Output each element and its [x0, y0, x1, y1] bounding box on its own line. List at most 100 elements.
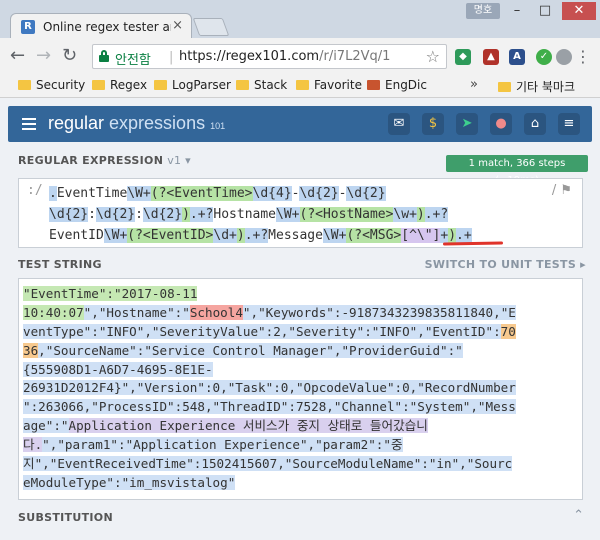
window-close-icon[interactable]: ✕ — [562, 2, 596, 20]
match-segment: ventType":"INFO","SeverityValue":2,"Seve… — [23, 323, 501, 339]
regex-token: : — [135, 207, 143, 222]
match-segment: 지","EventReceivedTime":1502415607,"Sourc… — [23, 456, 513, 472]
bookmarks-bar: Security Regex LogParser Stack Favorite … — [0, 74, 600, 98]
match-segment: 다. — [23, 437, 43, 453]
bookmark-star-icon[interactable]: ☆ — [426, 47, 440, 66]
match-info-badge: 1 match, 366 steps (~19ms) — [446, 155, 588, 186]
bookmarks-overflow-icon[interactable]: » — [470, 77, 478, 92]
bookmark-favorite[interactable]: Favorite — [296, 78, 362, 92]
chevron-up-icon[interactable]: ⌃ — [573, 508, 584, 523]
browser-titlebar: R Online regex tester and × 명호 – □ ✕ — [0, 0, 600, 39]
bookmark-security[interactable]: Security — [18, 78, 85, 92]
test-string-line: 지","EventReceivedTime":1502415607,"Sourc… — [23, 455, 579, 474]
match-segment: School4 — [189, 304, 243, 320]
profile-button[interactable]: 명호 — [466, 3, 500, 19]
test-string-line: 36,"SourceName":"Service Control Manager… — [23, 342, 579, 361]
extension-red-icon[interactable]: ▲ — [483, 49, 499, 65]
github-icon[interactable]: ● — [490, 113, 512, 135]
menu-icon[interactable]: ≡ — [558, 113, 580, 135]
switch-unit-tests-link[interactable]: SWITCH TO UNIT TESTS ▸ — [425, 258, 586, 271]
extension-translate-icon[interactable]: A — [509, 49, 525, 65]
donate-icon[interactable]: $ — [422, 113, 444, 135]
match-segment: ,"SourceName":"Service Control Manager",… — [38, 342, 463, 358]
reload-icon[interactable]: ↻ — [62, 46, 77, 66]
regex-open-delimiter: :/ — [27, 183, 43, 198]
match-segment: 70 — [500, 323, 516, 339]
address-bar[interactable]: 안전함 | https://regex101.com/r/i7L2Vq/1 ☆ — [92, 44, 447, 69]
tab-title: Online regex tester and — [43, 20, 171, 34]
regex-token: \d{4} — [252, 186, 292, 201]
match-segment: ","param1":"Application Experience","par… — [42, 437, 403, 453]
regex101-page: regular expressions 101 ✉ $ ➤ ● ⌂ ≡ REGU… — [0, 98, 600, 540]
minimize-icon[interactable]: – — [504, 2, 530, 20]
match-segment: ","Hostname":" — [83, 304, 190, 320]
regex-token: ) — [448, 228, 457, 243]
regex-section-title: REGULAR EXPRESSION v1 ▾ — [18, 154, 191, 167]
forward-icon[interactable]: → — [36, 46, 51, 66]
folder-icon — [296, 80, 309, 90]
regex-token: \d{2} — [142, 207, 183, 222]
back-icon[interactable]: ← — [10, 46, 25, 66]
bookmark-stack[interactable]: Stack — [236, 78, 287, 92]
version-selector[interactable]: v1 ▾ — [167, 154, 191, 167]
substitution-title[interactable]: SUBSTITUTION — [18, 511, 113, 524]
regex-token: ) — [236, 228, 245, 243]
browser-tab[interactable]: R Online regex tester and × — [10, 13, 192, 39]
regex-token: .+ — [456, 228, 472, 243]
library-icon[interactable]: ⌂ — [524, 113, 546, 135]
test-string-line: age":"Application Experience 서비스가 중지 상태로… — [23, 417, 579, 436]
match-segment: 26931D2012F4}","Version":0,"Task":0,"Opc… — [23, 380, 516, 396]
regex-token: . — [49, 186, 57, 201]
url-text: https://regex101.com/r/i7L2Vq/1 — [179, 49, 390, 64]
bookmark-logparser[interactable]: LogParser — [154, 78, 231, 92]
test-string-line: 26931D2012F4}","Version":0,"Task":0,"Opc… — [23, 379, 579, 398]
secure-label: 안전함 — [115, 53, 151, 68]
send-icon[interactable]: ➤ — [456, 113, 478, 135]
browser-menu-icon[interactable]: ⋮ — [575, 47, 591, 66]
new-tab-button[interactable] — [192, 18, 230, 36]
folder-icon — [92, 80, 105, 90]
test-string-line: ventType":"INFO","SeverityValue":2,"Seve… — [23, 323, 579, 342]
regex-token: EventTime — [56, 186, 128, 201]
test-string-line: 다.","param1":"Application Experience","p… — [23, 436, 579, 455]
extension-puzzle-icon[interactable]: ◆ — [455, 49, 471, 65]
regex-token: ) — [182, 207, 190, 222]
regex-token: [^\"] — [401, 228, 441, 243]
regex-token: Message — [268, 228, 323, 243]
site-logo[interactable]: regular expressions 101 — [48, 113, 225, 134]
regex101-favicon-icon: R — [21, 20, 35, 34]
sidebar-toggle-icon[interactable] — [22, 118, 36, 130]
regex-token: : — [88, 207, 96, 222]
extension-check-icon[interactable]: ✓ — [536, 49, 552, 65]
regex-token: \d{2} — [346, 186, 386, 201]
match-segment: Application Experience 서비스가 중지 상태로 들어갔습니 — [68, 418, 428, 434]
regex-flags[interactable]: / ⚑ — [552, 183, 572, 198]
test-string-line: 10:40:07","Hostname":"School4","Keywords… — [23, 304, 579, 323]
extension-gray-icon[interactable] — [556, 49, 572, 65]
twitter-icon[interactable]: ✉ — [388, 113, 410, 135]
test-string-text[interactable]: "EventTime":"2017-08-11 10:40:07","Hostna… — [23, 285, 579, 493]
test-string-line: {555908D1-A6D7-4695-8E1E- — [23, 361, 579, 380]
regex-token: Hostname — [213, 207, 277, 222]
folder-icon — [236, 80, 249, 90]
regex-token: .+? — [424, 207, 449, 222]
regex-pattern[interactable]: .EventTime\W+(?<EventTime>\d{4}-\d{2}-\d… — [49, 183, 549, 246]
regex-token: .+? — [244, 228, 269, 243]
regex-editor[interactable]: :/ / ⚑ .EventTime\W+(?<EventTime>\d{4}-\… — [18, 178, 583, 248]
bookmark-other[interactable]: 기타 북마크 — [498, 78, 575, 95]
url-path: /r/i7L2Vq/1 — [319, 49, 391, 64]
match-segment: 36 — [23, 342, 39, 358]
regex-token: (?<EventID> — [127, 228, 214, 243]
match-segment: "EventTime":" — [23, 286, 122, 301]
tab-close-icon[interactable]: × — [172, 18, 183, 33]
maximize-icon[interactable]: □ — [532, 2, 558, 20]
bookmark-regex[interactable]: Regex — [92, 78, 147, 92]
test-string-title: TEST STRING — [18, 258, 102, 271]
match-segment: 10:40:07 — [23, 304, 84, 320]
test-string-editor[interactable]: "EventTime":"2017-08-11 10:40:07","Hostna… — [18, 278, 583, 500]
bookmark-engdic[interactable]: EngDic — [367, 78, 427, 92]
regex-token: \d{2} — [49, 207, 89, 222]
test-string-line: eModuleType":"im_msvistalog" — [23, 474, 579, 493]
test-string-line: "EventTime":"2017-08-11 — [23, 285, 579, 304]
regex-token: (?<MSG> — [346, 228, 402, 243]
